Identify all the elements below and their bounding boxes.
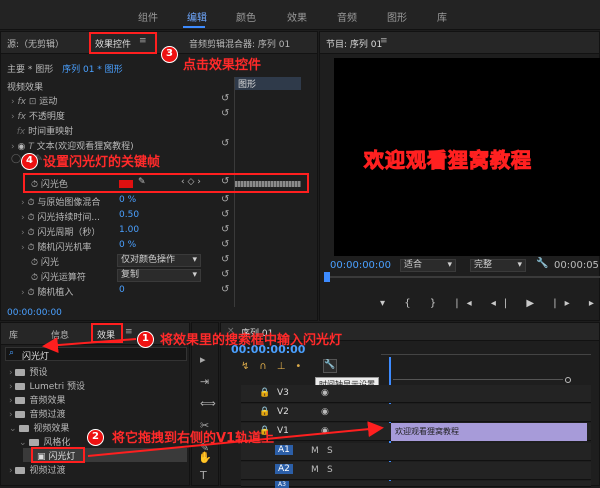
annotation-badge-1: 1 [137, 331, 154, 348]
annotation-badge-2: 2 [87, 429, 104, 446]
annotation-arrows [42, 337, 384, 457]
annotation-1: 将效果里的搜索框中输入闪光灯 [160, 333, 343, 348]
annotation-2: 将它拖拽到右侧的V1轨道上 [112, 431, 275, 446]
arrow-1 [42, 337, 137, 354]
